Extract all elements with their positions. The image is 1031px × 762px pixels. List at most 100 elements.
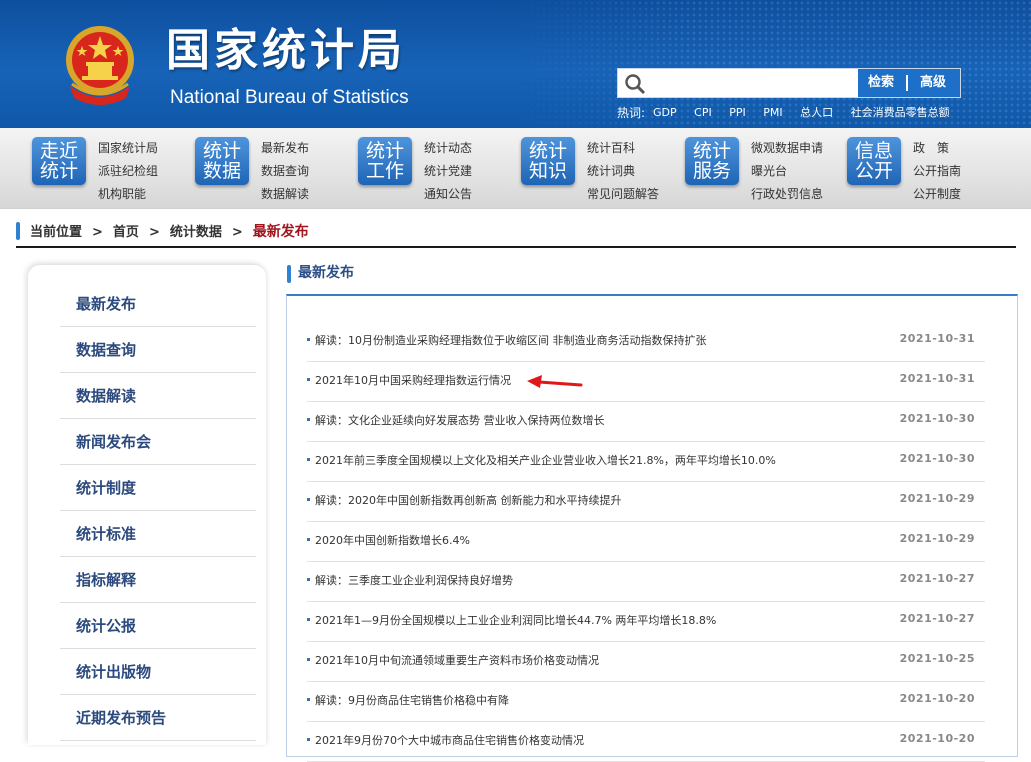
bullet-icon bbox=[307, 578, 310, 581]
search-button[interactable]: 检索 bbox=[868, 69, 894, 97]
news-title-link[interactable]: 解读：文化企业延续向好发展态势 营业收入保持两位数增长 bbox=[315, 412, 605, 428]
nav-link[interactable]: 政 策 bbox=[913, 137, 961, 160]
nav-tile-line: 统计 bbox=[365, 140, 404, 162]
nav-link[interactable]: 国家统计局 bbox=[98, 137, 158, 160]
hot-words-list: GDP CPI PPI PMI 总人口 社会消费品零售总额 bbox=[653, 104, 964, 120]
nav-tile-service[interactable]: 统计 服务 bbox=[685, 137, 739, 185]
hot-word-link[interactable]: 总人口 bbox=[800, 106, 833, 119]
nav-link[interactable]: 统计党建 bbox=[424, 160, 472, 183]
nav-link[interactable]: 行政处罚信息 bbox=[751, 183, 823, 206]
national-emblem-icon[interactable] bbox=[62, 24, 138, 106]
nav-link[interactable]: 曝光台 bbox=[751, 160, 823, 183]
nav-tile-line: 统计 bbox=[202, 140, 241, 162]
breadcrumb-stats-data-link[interactable]: 统计数据 bbox=[170, 225, 222, 240]
breadcrumb-separator: > bbox=[148, 225, 160, 240]
breadcrumb-home-link[interactable]: 首页 bbox=[113, 225, 139, 240]
nav-link[interactable]: 通知公告 bbox=[424, 183, 472, 206]
news-title-link[interactable]: 2021年10月中国采购经理指数运行情况 bbox=[315, 372, 511, 388]
list-item[interactable]: 2020年中国创新指数增长6.4% 2021-10-29 bbox=[307, 522, 985, 562]
breadcrumb-trail: 当前位置 > 首页 > 统计数据 > 最新发布 bbox=[30, 221, 309, 241]
sidebar-item-stat-bulletin[interactable]: 统计公报 bbox=[60, 604, 256, 649]
nav-links-knowledge: 统计百科 统计词典 常见问题解答 bbox=[587, 137, 659, 206]
news-date: 2021-10-31 bbox=[899, 372, 975, 385]
news-title-link[interactable]: 解读：9月份商品住宅销售价格稳中有降 bbox=[315, 692, 509, 708]
nav-link[interactable]: 统计词典 bbox=[587, 160, 659, 183]
nav-links-work: 统计动态 统计党建 通知公告 bbox=[424, 137, 472, 206]
nav-tile-about[interactable]: 走近 统计 bbox=[32, 137, 86, 185]
nav-tile-line: 服务 bbox=[692, 160, 731, 182]
sidebar-item-stat-system[interactable]: 统计制度 bbox=[60, 466, 256, 511]
nav-tile-work[interactable]: 统计 工作 bbox=[358, 137, 412, 185]
hot-word-link[interactable]: GDP bbox=[653, 106, 677, 119]
list-item[interactable]: 解读：9月份商品住宅销售价格稳中有降 2021-10-20 bbox=[307, 682, 985, 722]
news-title-link[interactable]: 2021年1—9月份全国规模以上工业企业利润同比增长44.7% 两年平均增长18… bbox=[315, 612, 716, 628]
list-item[interactable]: 解读：10月份制造业采购经理指数位于收缩区间 非制造业商务活动指数保持扩张 20… bbox=[307, 322, 985, 362]
list-item[interactable]: 解读：2020年中国创新指数再创新高 创新能力和水平持续提升 2021-10-2… bbox=[307, 482, 985, 522]
sidebar-item-data-interpretation[interactable]: 数据解读 bbox=[60, 374, 256, 419]
news-title-link[interactable]: 2021年9月份70个大中城市商品住宅销售价格变动情况 bbox=[315, 732, 584, 748]
news-date: 2021-10-20 bbox=[899, 732, 975, 745]
bullet-icon bbox=[307, 418, 310, 421]
red-arrow-annotation-icon bbox=[527, 375, 583, 388]
list-item[interactable]: 2021年前三季度全国规模以上文化及相关产业企业营业收入增长21.8%，两年平均… bbox=[307, 442, 985, 482]
nav-link[interactable]: 公开制度 bbox=[913, 183, 961, 206]
sidebar-item-press-conference[interactable]: 新闻发布会 bbox=[60, 420, 256, 465]
bullet-icon bbox=[307, 658, 310, 661]
nav-link[interactable]: 公开指南 bbox=[913, 160, 961, 183]
sidebar-item-data-query[interactable]: 数据查询 bbox=[60, 328, 256, 373]
breadcrumb-marker bbox=[16, 222, 20, 240]
news-title-link[interactable]: 解读：10月份制造业采购经理指数位于收缩区间 非制造业商务活动指数保持扩张 bbox=[315, 332, 707, 348]
nav-tile-line: 知识 bbox=[528, 160, 567, 182]
news-title-link[interactable]: 解读：三季度工业企业利润保持良好增势 bbox=[315, 572, 513, 588]
nav-link[interactable]: 最新发布 bbox=[261, 137, 309, 160]
nav-tile-line: 信息 bbox=[854, 140, 893, 162]
sidebar-item-indicator-explanation[interactable]: 指标解释 bbox=[60, 558, 256, 603]
main-navigation: 走近 统计 国家统计局 派驻纪检组 机构职能 统计 数据 最新发布 数据查询 数… bbox=[0, 128, 1031, 209]
sidebar-item-release-calendar[interactable]: 近期发布预告 bbox=[60, 696, 256, 741]
nav-links-service: 微观数据申请 曝光台 行政处罚信息 bbox=[751, 137, 823, 206]
news-title-link[interactable]: 2021年10月中旬流通领域重要生产资料市场价格变动情况 bbox=[315, 652, 599, 668]
list-item[interactable]: 解读：文化企业延续向好发展态势 营业收入保持两位数增长 2021-10-30 bbox=[307, 402, 985, 442]
breadcrumb-current: 最新发布 bbox=[252, 224, 309, 240]
sidebar-item-stat-standard[interactable]: 统计标准 bbox=[60, 512, 256, 557]
nav-link[interactable]: 统计百科 bbox=[587, 137, 659, 160]
search-buttons: 检索 高级 bbox=[858, 69, 960, 97]
nav-link[interactable]: 数据解读 bbox=[261, 183, 309, 206]
nav-tile-knowledge[interactable]: 统计 知识 bbox=[521, 137, 575, 185]
list-item[interactable]: 2021年10月中国采购经理指数运行情况 2021-10-31 bbox=[307, 362, 985, 402]
sidebar-item-publications[interactable]: 统计出版物 bbox=[60, 650, 256, 695]
nav-tile-disclosure[interactable]: 信息 公开 bbox=[847, 137, 901, 185]
site-title-english[interactable]: National Bureau of Statistics bbox=[170, 86, 409, 110]
list-item[interactable]: 解读：三季度工业企业利润保持良好增势 2021-10-27 bbox=[307, 562, 985, 602]
breadcrumb: 当前位置 > 首页 > 统计数据 > 最新发布 bbox=[16, 218, 1016, 248]
hot-word-link[interactable]: 社会消费品零售总额 bbox=[851, 106, 950, 119]
news-date: 2021-10-29 bbox=[899, 492, 975, 505]
nav-tile-line: 统计 bbox=[692, 140, 731, 162]
nav-tile-line: 统计 bbox=[39, 160, 78, 182]
sidebar-item-latest-release[interactable]: 最新发布 bbox=[60, 282, 256, 327]
nav-link[interactable]: 微观数据申请 bbox=[751, 137, 823, 160]
news-date: 2021-10-30 bbox=[899, 412, 975, 425]
hot-words-label: 热词: bbox=[617, 106, 646, 120]
list-item[interactable]: 2021年9月份70个大中城市商品住宅销售价格变动情况 2021-10-20 bbox=[307, 722, 985, 762]
news-date: 2021-10-27 bbox=[899, 572, 975, 585]
hot-word-link[interactable]: PPI bbox=[729, 106, 746, 119]
hot-word-link[interactable]: CPI bbox=[694, 106, 712, 119]
news-title-link[interactable]: 2020年中国创新指数增长6.4% bbox=[315, 532, 470, 548]
bullet-icon bbox=[307, 618, 310, 621]
site-title-chinese[interactable]: 国家统计局 bbox=[166, 26, 406, 76]
list-item[interactable]: 2021年1—9月份全国规模以上工业企业利润同比增长44.7% 两年平均增长18… bbox=[307, 602, 985, 642]
search-input[interactable] bbox=[650, 72, 860, 96]
nav-link[interactable]: 派驻纪检组 bbox=[98, 160, 158, 183]
nav-tile-data[interactable]: 统计 数据 bbox=[195, 137, 249, 185]
nav-link[interactable]: 机构职能 bbox=[98, 183, 158, 206]
sidebar: 最新发布 数据查询 数据解读 新闻发布会 统计制度 统计标准 指标解释 统计公报… bbox=[28, 265, 266, 745]
nav-link[interactable]: 常见问题解答 bbox=[587, 183, 659, 206]
nav-link[interactable]: 统计动态 bbox=[424, 137, 472, 160]
advanced-search-button[interactable]: 高级 bbox=[920, 69, 946, 97]
list-item[interactable]: 2021年10月中旬流通领域重要生产资料市场价格变动情况 2021-10-25 bbox=[307, 642, 985, 682]
news-title-link[interactable]: 2021年前三季度全国规模以上文化及相关产业企业营业收入增长21.8%，两年平均… bbox=[315, 452, 776, 468]
nav-link[interactable]: 数据查询 bbox=[261, 160, 309, 183]
hot-word-link[interactable]: PMI bbox=[763, 106, 782, 119]
news-title-link[interactable]: 解读：2020年中国创新指数再创新高 创新能力和水平持续提升 bbox=[315, 492, 622, 508]
